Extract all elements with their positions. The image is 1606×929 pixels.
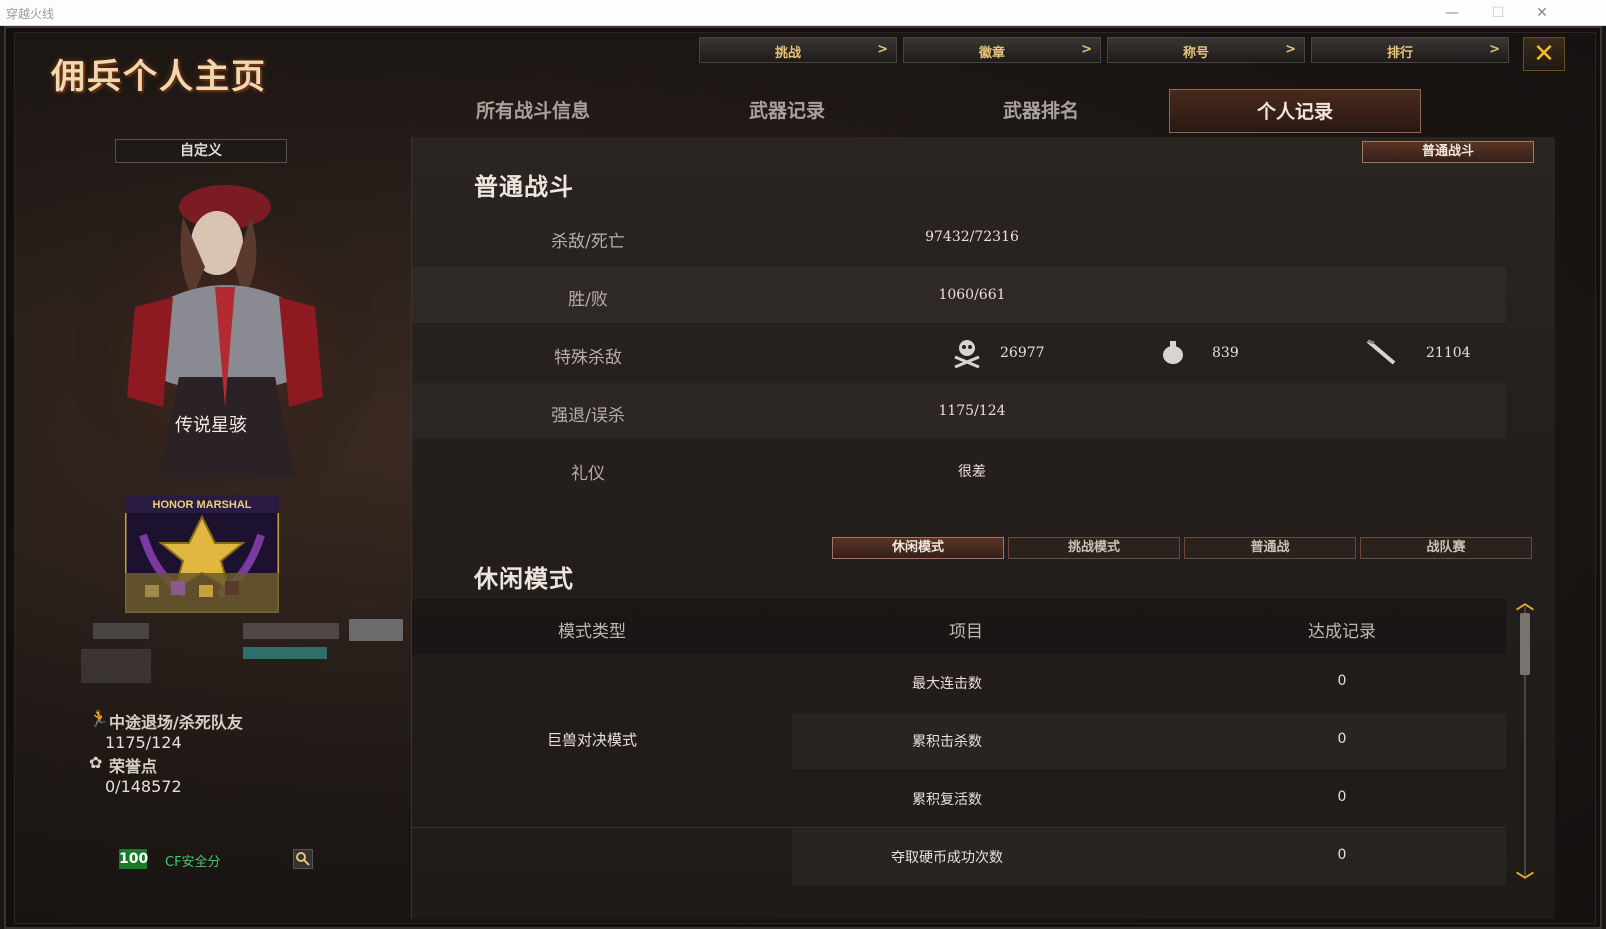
nav-label: 徽章 [978,46,1005,61]
table-row: 最大连击数 0 [792,655,1506,711]
mode-tab-casual[interactable]: 休闲模式 [832,537,1004,559]
item-record: 0 [1337,789,1347,805]
quit-kill-value: 1175/124 [105,733,182,752]
casual-mode-title: 休闲模式 [474,565,574,593]
badge-text: HONOR MARSHAL [153,499,252,511]
window-title: 穿越火线 [6,7,55,21]
quit-kill-label: 中途退场/杀死队友 [109,713,243,732]
nav-ranking-button[interactable]: 排行 > [1311,37,1509,63]
nav-label: 挑战 [774,46,801,61]
close-button[interactable]: ✕ [1523,37,1565,71]
tab-weapon-records[interactable]: 武器记录 [661,89,913,133]
record-row: 杀敌/死亡 97432/72316 [412,209,1506,265]
row-value: 1175/124 [938,403,1006,419]
normal-battle-button[interactable]: 普通战斗 [1362,141,1534,163]
character-portrait [75,177,375,487]
honor-value: 0/148572 [105,777,182,796]
window-titlebar: 穿越火线 — ☐ ✕ [0,0,1606,26]
security-score-badge: 100 [119,849,149,869]
blurred-clan-name [243,623,339,639]
item-record: 0 [1337,847,1347,863]
maximize-button[interactable]: ☐ [1476,2,1520,24]
row-label: 杀敌/死亡 [551,232,625,252]
column-header: 达成记录 [1308,622,1376,642]
table-row: 累积复活数 0 [792,771,1506,827]
blurred-player-info [81,649,151,683]
table-row: 累积击杀数 0 [792,713,1506,769]
record-row: 礼仪 很差 [412,441,1506,497]
record-row: 特殊杀敌 26977 839 21104 [412,325,1506,381]
table-row: 夺取硬币成功次数 0 [792,829,1506,885]
record-row: 强退/误杀 1175/124 [412,383,1506,439]
row-label: 特殊杀敌 [554,348,622,368]
item-record: 0 [1337,731,1347,747]
knife-kills: 21104 [1426,345,1471,361]
customize-button[interactable]: 自定义 [115,139,287,163]
tab-personal-records[interactable]: 个人记录 [1169,89,1421,133]
chevron-right-icon: > [877,42,888,57]
blurred-player-name [93,623,149,639]
headshot-kills: 26977 [1000,345,1045,361]
window-close-button[interactable]: ✕ [1520,2,1564,24]
item-record: 0 [1337,673,1347,689]
running-man-icon: 🏃 [89,709,109,728]
search-icon[interactable] [293,849,313,869]
tab-all-battle-info[interactable]: 所有战斗信息 [407,89,659,133]
character-name: 传说星骇 [175,415,247,436]
game-window: 佣兵个人主页 挑战 > 徽章 > 称号 > 排行 > ✕ 所有战斗信息 武器记录… [4,26,1602,929]
tab-weapon-ranking[interactable]: 武器排名 [915,89,1167,133]
row-value: 很差 [958,464,986,480]
scroll-down-icon[interactable]: ﹀ [1516,867,1534,893]
knife-icon [1366,339,1396,365]
nav-label: 排行 [1386,46,1413,61]
blurred-level-bar [243,647,327,659]
skull-icon [954,340,980,369]
column-header: 项目 [949,622,983,642]
divider [412,827,1506,828]
nav-title-button[interactable]: 称号 > [1107,37,1305,63]
scrollbar-thumb[interactable] [1520,613,1530,675]
item-name: 夺取硬币成功次数 [891,850,1003,866]
row-value: 1060/661 [938,287,1006,303]
page-title: 佣兵个人主页 [51,57,267,97]
table-header: 模式类型 项目 达成记录 [412,599,1506,655]
row-label: 强退/误杀 [551,406,625,426]
item-name: 累积击杀数 [912,734,982,750]
chevron-right-icon: > [1489,42,1500,57]
nav-label: 称号 [1182,46,1209,61]
security-score-label: CF安全分 [165,855,221,870]
mode-tab-normal[interactable]: 普通战 [1184,537,1356,559]
honor-marshal-badge: HONOR MARSHAL [125,495,279,613]
column-header: 模式类型 [558,622,626,642]
mode-tab-challenge[interactable]: 挑战模式 [1008,537,1180,559]
chevron-right-icon: > [1081,42,1092,57]
item-name: 累积复活数 [912,792,982,808]
minimize-button[interactable]: — [1430,2,1474,24]
row-label: 礼仪 [571,464,605,484]
honor-icon: ✿ [89,753,103,772]
nav-challenge-button[interactable]: 挑战 > [699,37,897,63]
item-name: 最大连击数 [912,676,982,692]
grenade-icon [1163,341,1183,364]
normal-battle-title: 普通战斗 [474,173,574,201]
grenade-kills: 839 [1212,345,1239,361]
mode-tab-clan[interactable]: 战队赛 [1360,537,1532,559]
blurred-clan-badge [349,619,403,641]
record-row: 胜/败 1060/661 [412,267,1506,323]
row-label: 胜/败 [568,290,608,310]
chevron-right-icon: > [1285,42,1296,57]
row-value: 97432/72316 [925,229,1019,245]
main-panel: 佣兵个人主页 挑战 > 徽章 > 称号 > 排行 > ✕ 所有战斗信息 武器记录… [14,32,1596,924]
honor-label: 荣誉点 [109,757,158,776]
records-panel: 普通战斗 普通战斗 杀敌/死亡 97432/72316 胜/败 1060/661… [411,137,1555,919]
nav-badge-button[interactable]: 徽章 > [903,37,1101,63]
mode-group-name: 巨兽对决模式 [546,731,637,749]
